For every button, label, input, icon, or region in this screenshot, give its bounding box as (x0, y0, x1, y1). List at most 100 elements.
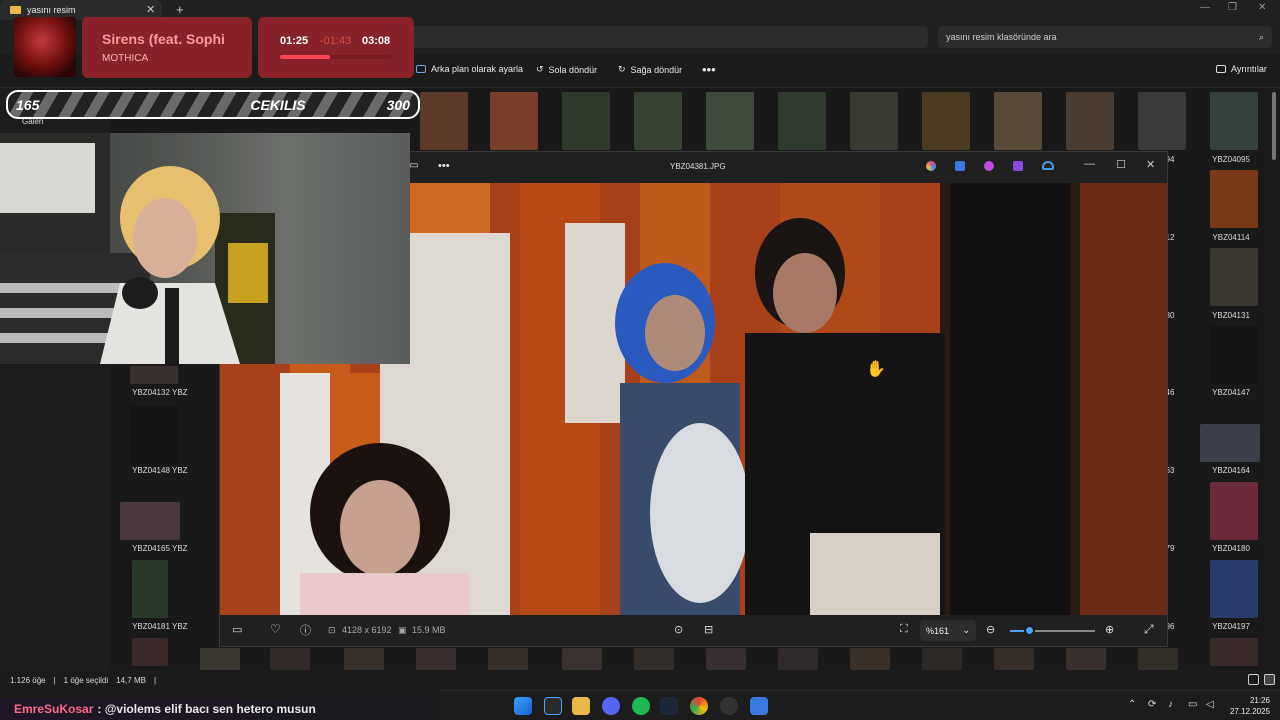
thumbnail[interactable] (562, 92, 610, 150)
rotate-right-button[interactable]: ↻ Sağa döndür (618, 64, 682, 75)
address-bar[interactable] (408, 26, 928, 48)
zoom-dropdown[interactable]: %161 ⌄ (920, 620, 976, 641)
thumbnail-label: YBZ04114 (1212, 233, 1250, 242)
thumbnail[interactable] (994, 92, 1042, 150)
close-window-icon[interactable]: ✕ (1258, 2, 1266, 13)
zoom-slider[interactable] (1010, 630, 1095, 632)
maximize-icon[interactable]: ❐ (1228, 2, 1237, 13)
thumbnail[interactable] (1210, 248, 1258, 306)
obs-icon[interactable] (720, 697, 738, 715)
set-background-button[interactable]: Arka plan olarak ayarla (416, 64, 523, 74)
new-tab-button[interactable]: + (176, 2, 184, 17)
album-art (14, 17, 76, 77)
thumbnail[interactable] (270, 648, 310, 670)
clock-date: 27.12.2025 (1229, 707, 1270, 716)
zoom-in-icon[interactable]: ⊕ (1105, 623, 1114, 636)
thumbnail[interactable] (706, 648, 746, 670)
thumbnail[interactable] (1210, 482, 1258, 540)
remaining-time: -01:43 (320, 35, 352, 47)
selected-size: 14,7 MB (116, 675, 146, 685)
thumbnail[interactable] (490, 92, 538, 150)
thumbnail[interactable] (130, 406, 178, 464)
edit-icon[interactable] (955, 161, 965, 171)
thumbnail[interactable] (416, 648, 456, 670)
rotate-left-button[interactable]: ↺ Sola döndür (536, 64, 597, 75)
zoom-out-icon[interactable]: ⊖ (986, 623, 995, 636)
viewer-close-icon[interactable]: ✕ (1146, 158, 1155, 171)
thumbnail[interactable] (1210, 638, 1258, 666)
search-input[interactable]: yasını resim klasöründe ara ⌕ (938, 26, 1272, 48)
fit-to-window-icon[interactable]: ⛶ (900, 623, 908, 636)
full-screen-icon[interactable]: ⤢ (1144, 622, 1154, 637)
onedrive-icon[interactable] (1042, 161, 1054, 170)
thumbnail[interactable] (634, 648, 674, 670)
app-icon[interactable] (544, 697, 562, 715)
close-tab-icon[interactable]: ✕ (146, 3, 155, 16)
copilot-icon[interactable] (926, 161, 936, 171)
clipchamp-icon[interactable] (1013, 161, 1023, 171)
thumbnail[interactable] (1066, 648, 1106, 670)
thumbnail[interactable] (1210, 170, 1258, 228)
thumbnail[interactable] (706, 92, 754, 150)
thumbnail[interactable] (922, 92, 970, 150)
thumbnail[interactable] (994, 648, 1034, 670)
thumbnail[interactable] (778, 648, 818, 670)
viewer-minimize-icon[interactable]: — (1084, 158, 1095, 170)
thumbnail[interactable] (1210, 92, 1258, 150)
tiles-view-icon[interactable] (1264, 674, 1275, 685)
thumbnail[interactable] (344, 648, 384, 670)
spotify-icon[interactable] (632, 697, 650, 715)
search-placeholder: yasını resim klasöründe ara (946, 32, 1057, 42)
microphone-icon[interactable]: ♪ (1168, 699, 1173, 710)
taskbar: ⌃ ⟳ ♪ ▭ ◁ 21:26 27.12.2025 (440, 690, 1280, 720)
folder-icon (10, 6, 21, 14)
thumbnail[interactable] (200, 648, 240, 670)
thumbnail[interactable] (562, 648, 602, 670)
thumbnail[interactable] (1200, 424, 1260, 462)
details-button[interactable]: Ayrıntılar (1216, 64, 1267, 74)
thumbnail[interactable] (420, 92, 468, 150)
status-divider: | (153, 675, 157, 685)
minimize-icon[interactable]: — (1200, 2, 1210, 13)
thumbnail[interactable] (1138, 648, 1178, 670)
discord-icon[interactable] (602, 697, 620, 715)
thumbnail-label: YBZ (172, 466, 188, 475)
thumbnail[interactable] (1066, 92, 1114, 150)
viewer-more-button[interactable]: ••• (438, 160, 450, 172)
thumbnail[interactable] (850, 92, 898, 150)
thumbnail[interactable] (1210, 560, 1258, 618)
favorite-icon[interactable]: ♡ (270, 622, 281, 636)
designer-icon[interactable] (984, 161, 994, 171)
steam-icon[interactable] (660, 697, 678, 715)
display-icon[interactable]: ▭ (1188, 699, 1197, 710)
thumbnail[interactable] (132, 638, 168, 666)
file-explorer-icon[interactable] (572, 697, 590, 715)
photos-icon[interactable] (750, 697, 768, 715)
thumbnail[interactable] (922, 648, 962, 670)
thumbnail[interactable] (1138, 92, 1186, 150)
details-view-icon[interactable] (1248, 674, 1259, 685)
filmstrip-icon[interactable]: ▭ (232, 623, 242, 636)
clock[interactable]: 21:26 27.12.2025 (1210, 695, 1270, 717)
thumbnail[interactable] (488, 648, 528, 670)
thumbnail[interactable] (634, 92, 682, 150)
zoom-slider-thumb[interactable] (1024, 625, 1035, 636)
thumbnail[interactable] (132, 560, 168, 618)
vertical-scrollbar[interactable] (1272, 92, 1276, 160)
text-extract-icon[interactable]: ⊟ (704, 623, 713, 636)
visual-search-icon[interactable]: ⊙ (674, 623, 683, 636)
viewer-maximize-icon[interactable]: ☐ (1116, 158, 1126, 171)
more-options-button[interactable]: ••• (702, 62, 716, 77)
thumbnail[interactable] (120, 502, 180, 540)
info-icon[interactable]: ⓘ (300, 622, 311, 638)
thumbnail[interactable] (850, 648, 890, 670)
start-icon[interactable] (514, 697, 532, 715)
thumbnail[interactable] (130, 366, 178, 384)
chrome-icon[interactable] (690, 697, 708, 715)
tray-chevron-icon[interactable]: ⌃ (1128, 699, 1136, 710)
network-icon[interactable]: ⟳ (1148, 699, 1156, 710)
tab-title: yasını resim (27, 5, 76, 15)
thumbnail[interactable] (1210, 326, 1258, 384)
slideshow-icon[interactable]: ▭ (409, 160, 418, 171)
thumbnail[interactable] (778, 92, 826, 150)
